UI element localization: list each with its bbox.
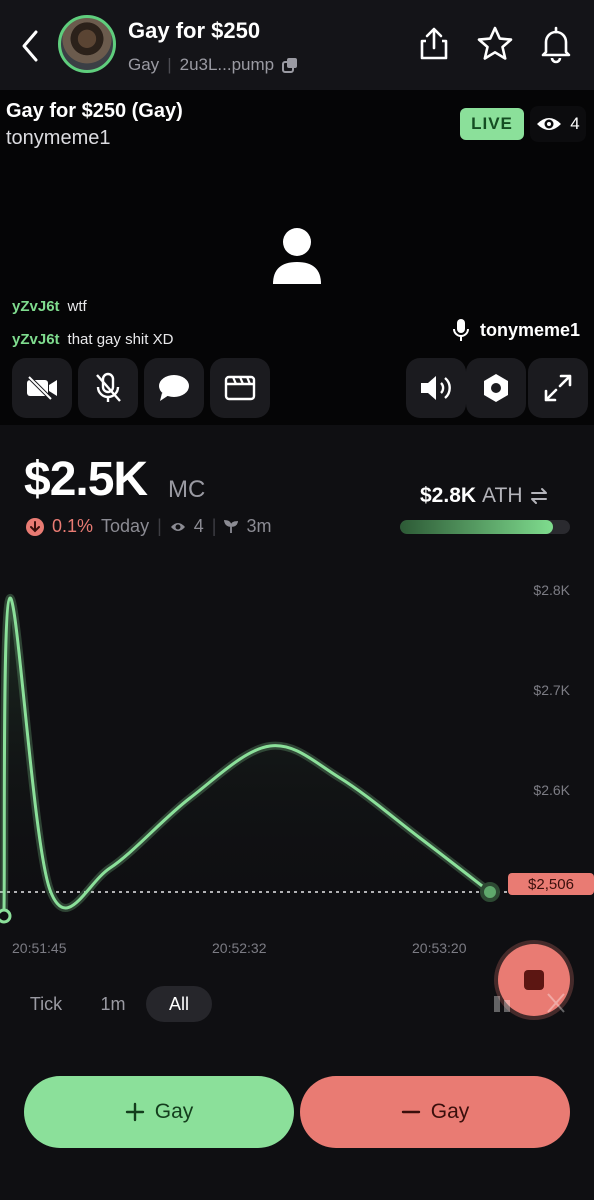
token-title: Gay for $250 [128,18,261,43]
stop-icon [524,970,544,990]
buy-label: Gay [154,1100,194,1123]
viewer-count-value: 4 [570,114,580,133]
age-stat: 3m [246,516,272,536]
bell-icon[interactable] [536,24,576,64]
change-period: Today [101,516,150,536]
hexagon-settings-icon [481,372,511,404]
back-arrow-icon[interactable] [16,26,46,66]
sell-button[interactable]: Gay [300,1076,570,1148]
y-tick-label: $2.8K [533,582,570,598]
token-ticker: Gay [128,55,160,74]
expand-icon [543,373,573,403]
viewer-stat: 4 [193,516,204,536]
stat-divider: | [211,516,217,536]
tab-tick[interactable]: Tick [18,986,74,1022]
price-chart[interactable] [0,570,594,970]
market-cap-unit: MC [168,476,206,503]
volume-button[interactable] [406,358,466,418]
stat-divider: | [157,516,162,536]
tab-1m[interactable]: 1m [90,986,136,1022]
chat-button[interactable] [144,358,204,418]
plus-icon [125,1102,145,1122]
chat-text: that gay shit XD [67,331,174,348]
eye-small-icon [170,521,186,533]
sprout-icon [224,519,239,534]
minus-icon [401,1102,421,1122]
market-cap-value: $2.5K [24,453,148,506]
change-row: 0.1% Today | 4 | 3m [26,516,271,537]
chat-message: yZvJ6t that gay shit XD [12,331,173,348]
chart-tools-icon[interactable] [490,990,570,1016]
camera-off-icon [25,375,59,401]
token-address[interactable]: 2u3L...pump [180,55,275,75]
speaker-label: tonymeme1 [452,318,580,342]
chat-text: wtf [67,298,87,315]
y-tick-label: $2.6K [533,782,570,798]
token-avatar[interactable] [58,15,116,73]
mic-off-button[interactable] [78,358,138,418]
settings-button[interactable] [466,358,526,418]
swap-arrows-icon[interactable] [529,487,549,505]
person-placeholder-icon [270,226,324,286]
eye-icon [536,115,562,133]
star-icon[interactable] [474,24,516,64]
subtitle-divider: | [167,55,172,74]
ath-label: ATH [482,484,523,507]
x-tick-label: 20:51:45 [12,940,67,956]
x-tick-label: 20:53:20 [412,940,467,956]
streamer-name[interactable]: tonymeme1 [6,127,111,150]
chat-username[interactable]: yZvJ6t [12,298,60,315]
ath-progress-bar [400,520,570,534]
clapperboard-icon [224,374,256,402]
token-subtitle: Gay | 2u3L...pump [128,55,298,75]
microphone-icon [452,318,470,342]
fullscreen-button[interactable] [528,358,588,418]
y-tick-label: $2.7K [533,682,570,698]
ath-progress-fill [400,520,553,534]
chat-message: yZvJ6t wtf [12,298,87,315]
chat-bubble-icon [157,373,191,403]
viewer-count: 4 [530,106,586,142]
camera-off-button[interactable] [12,358,72,418]
share-icon[interactable] [414,24,454,64]
buy-button[interactable]: Gay [24,1076,294,1148]
chart-canvas [0,593,594,924]
live-badge: LIVE [460,108,524,140]
x-tick-label: 20:52:32 [212,940,267,956]
current-price-tag: $2,506 [508,873,594,895]
down-arrow-icon [26,517,44,536]
ath-value: $2.8K [420,484,477,507]
change-percent: 0.1% [52,516,94,536]
tab-all[interactable]: All [146,986,212,1022]
clip-button[interactable] [210,358,270,418]
speaker-volume-icon [418,373,454,403]
copy-icon[interactable] [282,57,298,73]
sell-label: Gay [430,1100,470,1123]
ath-row: $2.8K ATH [420,484,549,508]
start-point-marker [0,908,12,924]
current-point-marker [480,882,500,902]
stream-title: Gay for $250 (Gay) [6,100,183,122]
chat-username[interactable]: yZvJ6t [12,331,60,348]
mic-off-icon [93,372,123,404]
speaker-name: tonymeme1 [480,319,581,340]
